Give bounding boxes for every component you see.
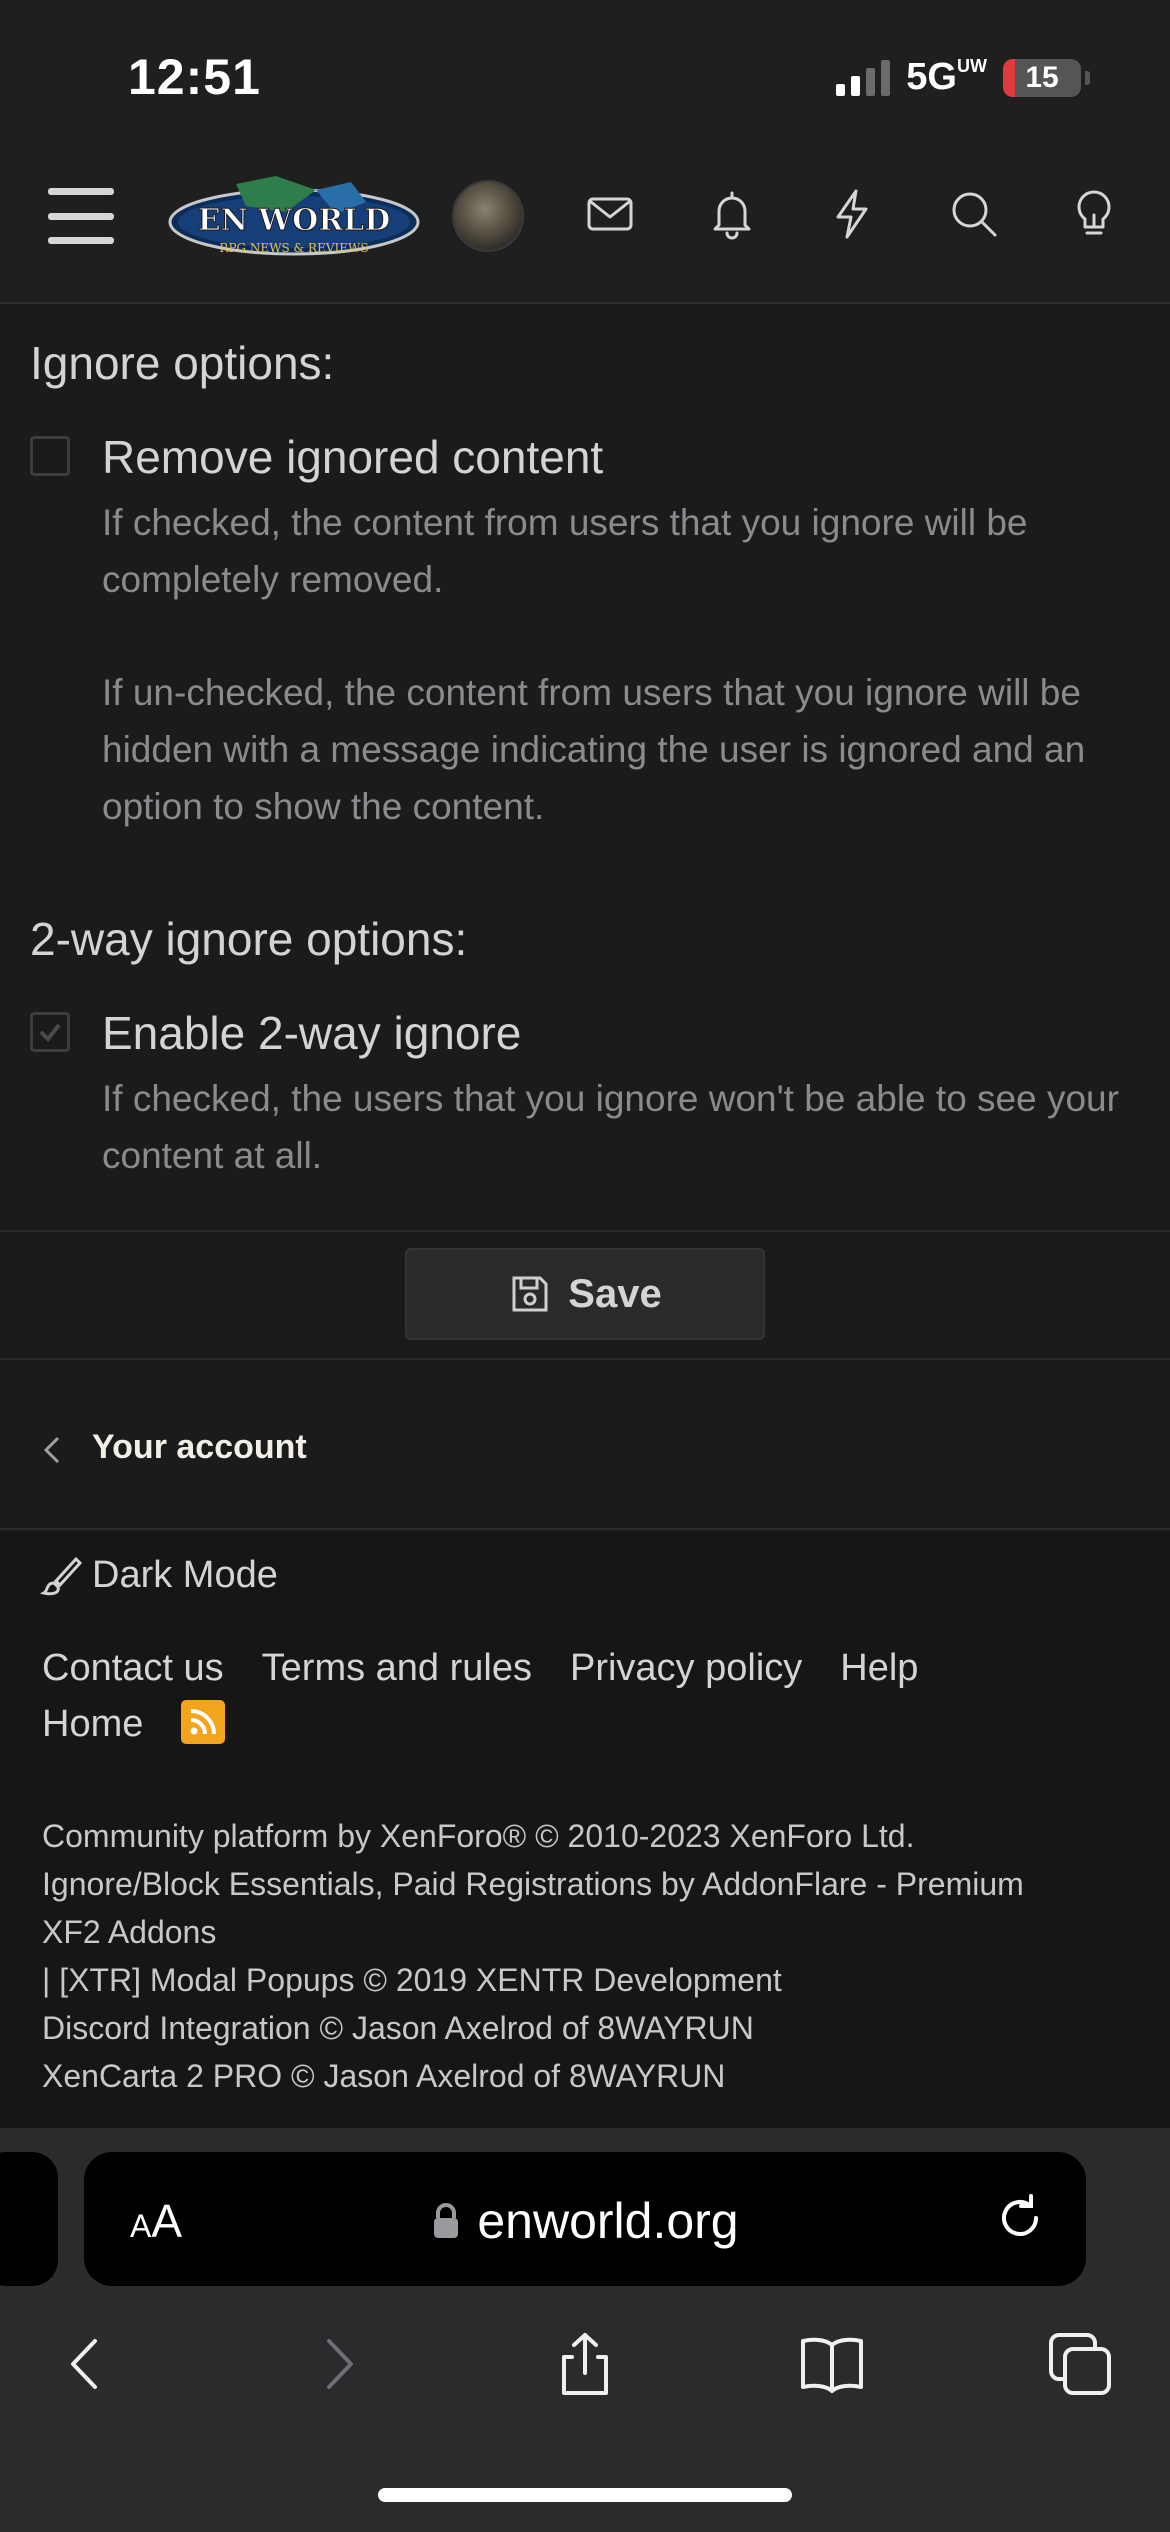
help-link[interactable]: Help [840,1647,918,1689]
rss-icon[interactable] [181,1700,226,1744]
chevron-left-icon [71,2339,97,2389]
footer-links: Contact us Terms and rules Privacy policy H… [42,1640,1142,1752]
tabs-icon [1049,2333,1111,2395]
save-icon [512,1276,548,1312]
copyright-line[interactable]: Ignore/Block Essentials, Paid Registrati… [42,1860,1142,1908]
site-logo[interactable]: EN WORLD RPG NEWS & REVIEWS [166,172,422,268]
remove-ignored-label[interactable]: Remove ignored content [102,430,603,484]
back-button[interactable] [46,2324,126,2404]
share-button[interactable] [545,2324,625,2404]
enworld-logo-icon: EN WORLD RPG NEWS & REVIEWS [168,176,420,256]
chevron-right-icon [327,2339,353,2389]
search-icon[interactable] [942,182,1006,246]
chevron-left-icon [40,1430,64,1470]
home-link[interactable]: Home [42,1703,143,1745]
terms-link[interactable]: Terms and rules [262,1647,532,1689]
your-account-link[interactable]: Your account [92,1428,307,1467]
copyright-block: Community platform by XenForo® © 2010-20… [42,1812,1142,2100]
signal-icon [836,59,891,96]
contact-us-link[interactable]: Contact us [42,1647,224,1689]
url-display[interactable]: enworld.org [84,2192,1086,2250]
bookmarks-button[interactable] [792,2324,872,2404]
network-indicator: 5GUW [906,56,987,98]
copyright-line[interactable]: | [XTR] Modal Popups © 2019 XENTR Develo… [42,1956,1142,2004]
menu-icon[interactable] [48,188,114,244]
remove-ignored-desc-1: If checked, the content from users that … [102,502,1028,600]
tabs-button[interactable] [1040,2324,1120,2404]
status-bar: 12:51 5GUW 15 [0,0,1170,150]
status-time: 12:51 [128,49,261,105]
avatar[interactable] [452,180,524,252]
site-header: EN WORLD RPG NEWS & REVIEWS [0,150,1170,304]
ignore-options-title: Ignore options: [30,337,335,389]
previous-tab-preview[interactable] [0,2152,58,2286]
battery-tip [1085,70,1090,85]
svg-text:RPG NEWS & REVIEWS: RPG NEWS & REVIEWS [219,241,368,255]
save-label: Save [568,1271,662,1316]
enable-two-way-checkbox[interactable] [30,1012,70,1052]
browser-toolbar: AA enworld.org [0,2128,1170,2532]
dark-mode-label: Dark Mode [92,1554,278,1596]
paintbrush-icon [40,1556,82,1595]
copyright-line[interactable]: Discord Integration © Jason Axelrod of 8… [42,2004,1142,2052]
two-way-options-title: 2-way ignore options: [30,913,468,965]
share-icon [562,2333,608,2395]
book-icon [801,2337,863,2393]
remove-ignored-checkbox[interactable] [30,436,70,476]
form-submit-row: Save [0,1230,1170,1360]
remove-ignored-desc-2: If un-checked, the content from users th… [102,672,1086,827]
home-indicator[interactable] [378,2488,792,2502]
address-bar[interactable]: AA enworld.org [84,2152,1086,2286]
battery-percent: 15 [1025,60,1059,94]
battery-icon: 15 [1003,58,1081,97]
enable-two-way-label[interactable]: Enable 2-way ignore [102,1006,521,1060]
forward-button[interactable] [298,2324,378,2404]
reload-icon[interactable] [994,2192,1046,2244]
status-indicators: 5GUW 15 [836,56,1090,99]
lightbulb-icon[interactable] [1062,182,1126,246]
site-footer: Dark Mode Contact us Terms and rules Priva… [0,1532,1170,2128]
mail-icon[interactable] [578,182,642,246]
privacy-link[interactable]: Privacy policy [570,1647,802,1689]
svg-text:EN WORLD: EN WORLD [198,203,391,238]
dark-mode-toggle[interactable]: Dark Mode [40,1554,278,1597]
copyright-line[interactable]: Community platform by XenForo® © 2010-20… [42,1812,1142,1860]
bolt-icon[interactable] [820,182,884,246]
copyright-line[interactable]: XenCarta 2 PRO © Jason Axelrod of 8WAYRU… [42,2052,1142,2100]
url-text: enworld.org [477,2193,739,2249]
checkmark-icon [39,1023,61,1043]
bell-icon[interactable] [700,182,764,246]
save-button[interactable]: Save [405,1248,765,1340]
copyright-line[interactable]: XF2 Addons [42,1908,1142,1956]
breadcrumb[interactable]: Your account [0,1370,1170,1530]
enable-two-way-desc: If checked, the users that you ignore wo… [102,1078,1119,1176]
lock-icon [434,2203,459,2238]
